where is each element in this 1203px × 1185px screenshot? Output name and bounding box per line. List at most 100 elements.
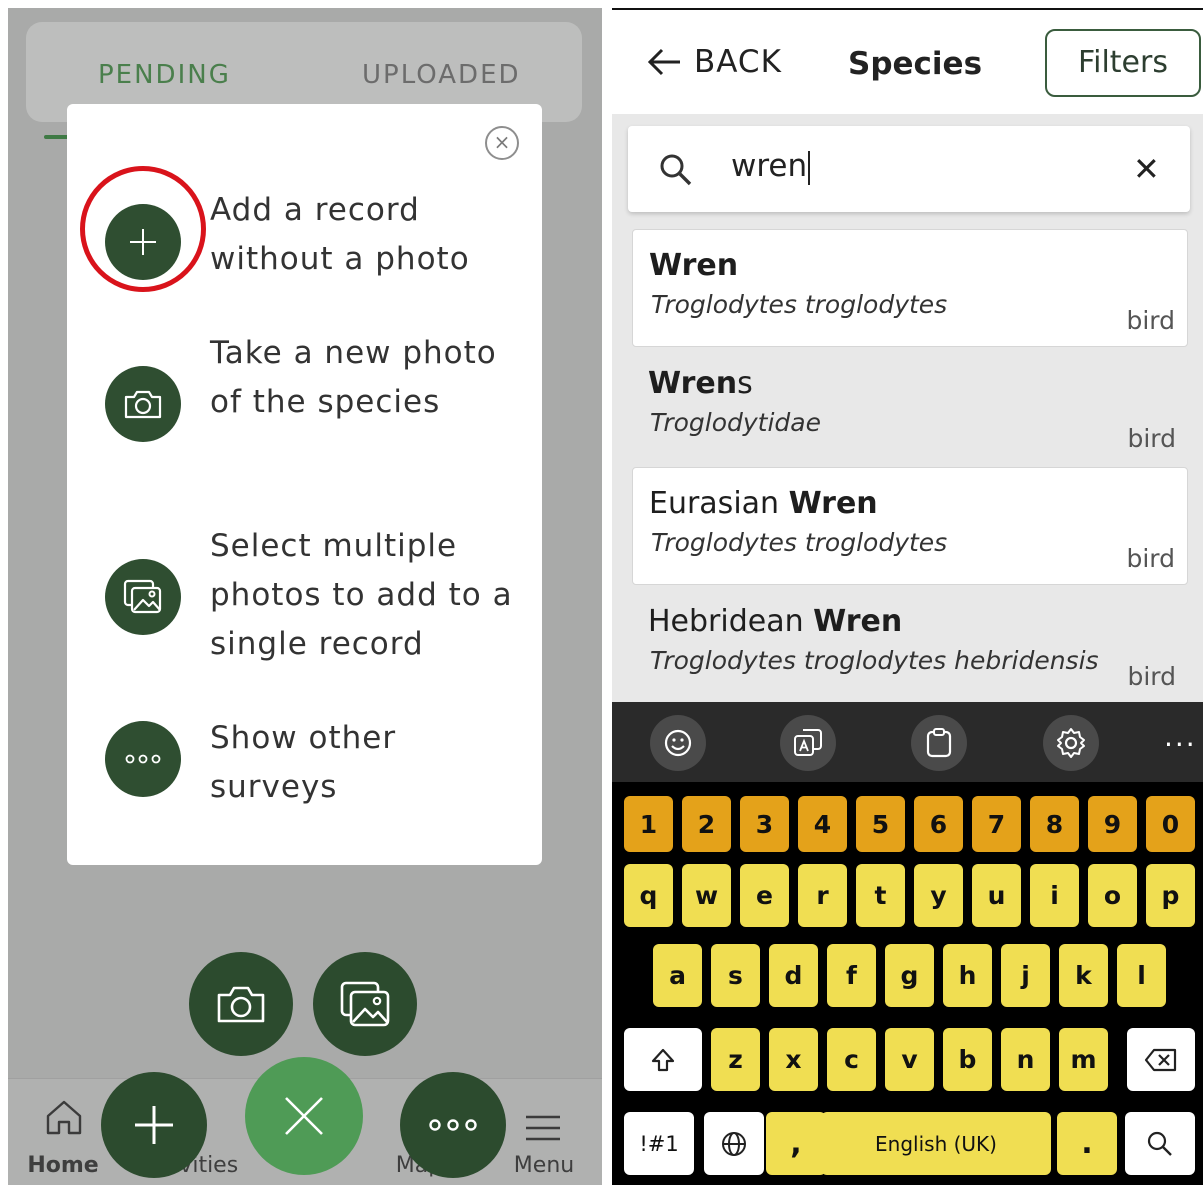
clipboard-icon[interactable] bbox=[911, 715, 967, 771]
option-show-other-surveys[interactable]: Show other surveys bbox=[67, 714, 542, 824]
page-title: Species bbox=[848, 46, 983, 82]
close-menu-button[interactable] bbox=[245, 1057, 363, 1175]
settings-gear-icon[interactable] bbox=[1043, 715, 1099, 771]
key-y[interactable]: y bbox=[914, 864, 963, 927]
option-label: Show other surveys bbox=[210, 720, 397, 805]
gallery-icon bbox=[340, 981, 390, 1027]
backspace-key[interactable] bbox=[1127, 1028, 1195, 1091]
arrow-left-icon bbox=[647, 48, 680, 76]
option-label: Add a record without a photo bbox=[210, 192, 470, 277]
shift-icon bbox=[651, 1048, 675, 1071]
key-7[interactable]: 7 bbox=[972, 796, 1021, 852]
key-c[interactable]: c bbox=[827, 1028, 876, 1091]
key-b[interactable]: b bbox=[943, 1028, 992, 1091]
key-g[interactable]: g bbox=[885, 944, 934, 1007]
result-item[interactable]: Wrens Troglodytidae bird bbox=[632, 348, 1188, 466]
text-caret bbox=[808, 150, 811, 185]
key-2[interactable]: 2 bbox=[682, 796, 731, 852]
clear-search-icon[interactable]: ✕ bbox=[1133, 150, 1160, 188]
key-i[interactable]: i bbox=[1030, 864, 1079, 927]
key-5[interactable]: 5 bbox=[856, 796, 905, 852]
more-button[interactable] bbox=[400, 1072, 506, 1178]
search-input-value: wren bbox=[731, 148, 808, 184]
nav-home[interactable]: Home bbox=[18, 1079, 108, 1185]
key-8[interactable]: 8 bbox=[1030, 796, 1079, 852]
key-9[interactable]: 9 bbox=[1088, 796, 1137, 852]
search-bar[interactable]: wren ✕ bbox=[628, 126, 1190, 212]
option-take-photo[interactable]: Take a new photo of the species bbox=[67, 329, 542, 479]
key-0[interactable]: 0 bbox=[1146, 796, 1195, 852]
more-options-icon[interactable]: ··· bbox=[1164, 728, 1197, 761]
comma-key[interactable]: , bbox=[766, 1112, 826, 1175]
key-j[interactable]: j bbox=[1001, 944, 1050, 1007]
translate-icon[interactable] bbox=[780, 715, 836, 771]
option-add-record-no-photo[interactable]: Add a record without a photo bbox=[67, 186, 542, 296]
camera-icon bbox=[217, 986, 265, 1023]
key-f[interactable]: f bbox=[827, 944, 876, 1007]
key-e[interactable]: e bbox=[740, 864, 789, 927]
camera-button[interactable] bbox=[189, 952, 293, 1056]
search-key[interactable] bbox=[1125, 1112, 1195, 1175]
key-u[interactable]: u bbox=[972, 864, 1021, 927]
key-x[interactable]: x bbox=[769, 1028, 818, 1091]
result-scientific-name: Troglodytes troglodytes bbox=[651, 290, 948, 319]
gallery-button[interactable] bbox=[313, 952, 417, 1056]
key-r[interactable]: r bbox=[798, 864, 847, 927]
search-icon bbox=[660, 154, 692, 186]
key-a[interactable]: a bbox=[653, 944, 702, 1007]
tab-uploaded[interactable]: UPLOADED bbox=[362, 60, 521, 90]
key-p[interactable]: p bbox=[1146, 864, 1195, 927]
key-q[interactable]: q bbox=[624, 864, 673, 927]
key-z[interactable]: z bbox=[711, 1028, 760, 1091]
key-l[interactable]: l bbox=[1117, 944, 1166, 1007]
add-button[interactable] bbox=[101, 1072, 207, 1178]
language-key[interactable] bbox=[704, 1112, 764, 1175]
camera-icon bbox=[105, 366, 181, 442]
keyboard-toolbar: ··· bbox=[612, 702, 1203, 782]
key-m[interactable]: m bbox=[1059, 1028, 1108, 1091]
key-n[interactable]: n bbox=[1001, 1028, 1050, 1091]
key-6[interactable]: 6 bbox=[914, 796, 963, 852]
key-k[interactable]: k bbox=[1059, 944, 1108, 1007]
result-item[interactable]: Wren Troglodytes troglodytes bird bbox=[632, 229, 1188, 347]
result-name-match: Wren bbox=[648, 366, 738, 401]
key-1[interactable]: 1 bbox=[624, 796, 673, 852]
species-header: BACK Species Filters bbox=[612, 10, 1203, 114]
backspace-icon bbox=[1144, 1048, 1177, 1071]
space-key[interactable]: English (UK) bbox=[821, 1112, 1051, 1175]
option-label: Select multiple photos to add to a singl… bbox=[210, 528, 513, 662]
back-button[interactable]: BACK bbox=[646, 44, 782, 80]
result-group: bird bbox=[1127, 424, 1176, 453]
result-name-match: Wren bbox=[813, 604, 903, 639]
search-icon bbox=[1147, 1131, 1172, 1156]
result-item[interactable]: Hebridean Wren Troglodytes troglodytes h… bbox=[632, 586, 1188, 704]
option-select-multiple-photos[interactable]: Select multiple photos to add to a singl… bbox=[67, 522, 542, 672]
key-3[interactable]: 3 bbox=[740, 796, 789, 852]
result-group: bird bbox=[1127, 662, 1176, 691]
close-icon[interactable]: × bbox=[485, 126, 519, 160]
key-t[interactable]: t bbox=[856, 864, 905, 927]
emoji-icon[interactable] bbox=[650, 715, 706, 771]
key-4[interactable]: 4 bbox=[798, 796, 847, 852]
key-h[interactable]: h bbox=[943, 944, 992, 1007]
key-s[interactable]: s bbox=[711, 944, 760, 1007]
key-o[interactable]: o bbox=[1088, 864, 1137, 927]
gallery-icon bbox=[105, 559, 181, 635]
key-v[interactable]: v bbox=[885, 1028, 934, 1091]
right-screen: BACK Species Filters wren ✕ Wren Troglod… bbox=[612, 8, 1203, 1185]
home-icon bbox=[46, 1100, 82, 1135]
tab-pending[interactable]: PENDING bbox=[98, 60, 231, 90]
key-w[interactable]: w bbox=[682, 864, 731, 927]
ellipsis-icon bbox=[429, 1119, 477, 1131]
result-name-match: Wren bbox=[788, 486, 878, 521]
symbols-key[interactable]: !#1 bbox=[624, 1112, 694, 1175]
shift-key[interactable] bbox=[624, 1028, 702, 1091]
filters-button[interactable]: Filters bbox=[1045, 29, 1201, 97]
result-item[interactable]: Eurasian Wren Troglodytes troglodytes bi… bbox=[632, 467, 1188, 585]
nav-menu[interactable]: Menu bbox=[504, 1079, 584, 1185]
key-d[interactable]: d bbox=[769, 944, 818, 1007]
search-input[interactable]: wren bbox=[731, 148, 811, 185]
result-scientific-name: Troglodytes troglodytes bbox=[651, 528, 948, 557]
period-key[interactable]: . bbox=[1057, 1112, 1117, 1175]
option-label: Take a new photo of the species bbox=[210, 335, 497, 420]
